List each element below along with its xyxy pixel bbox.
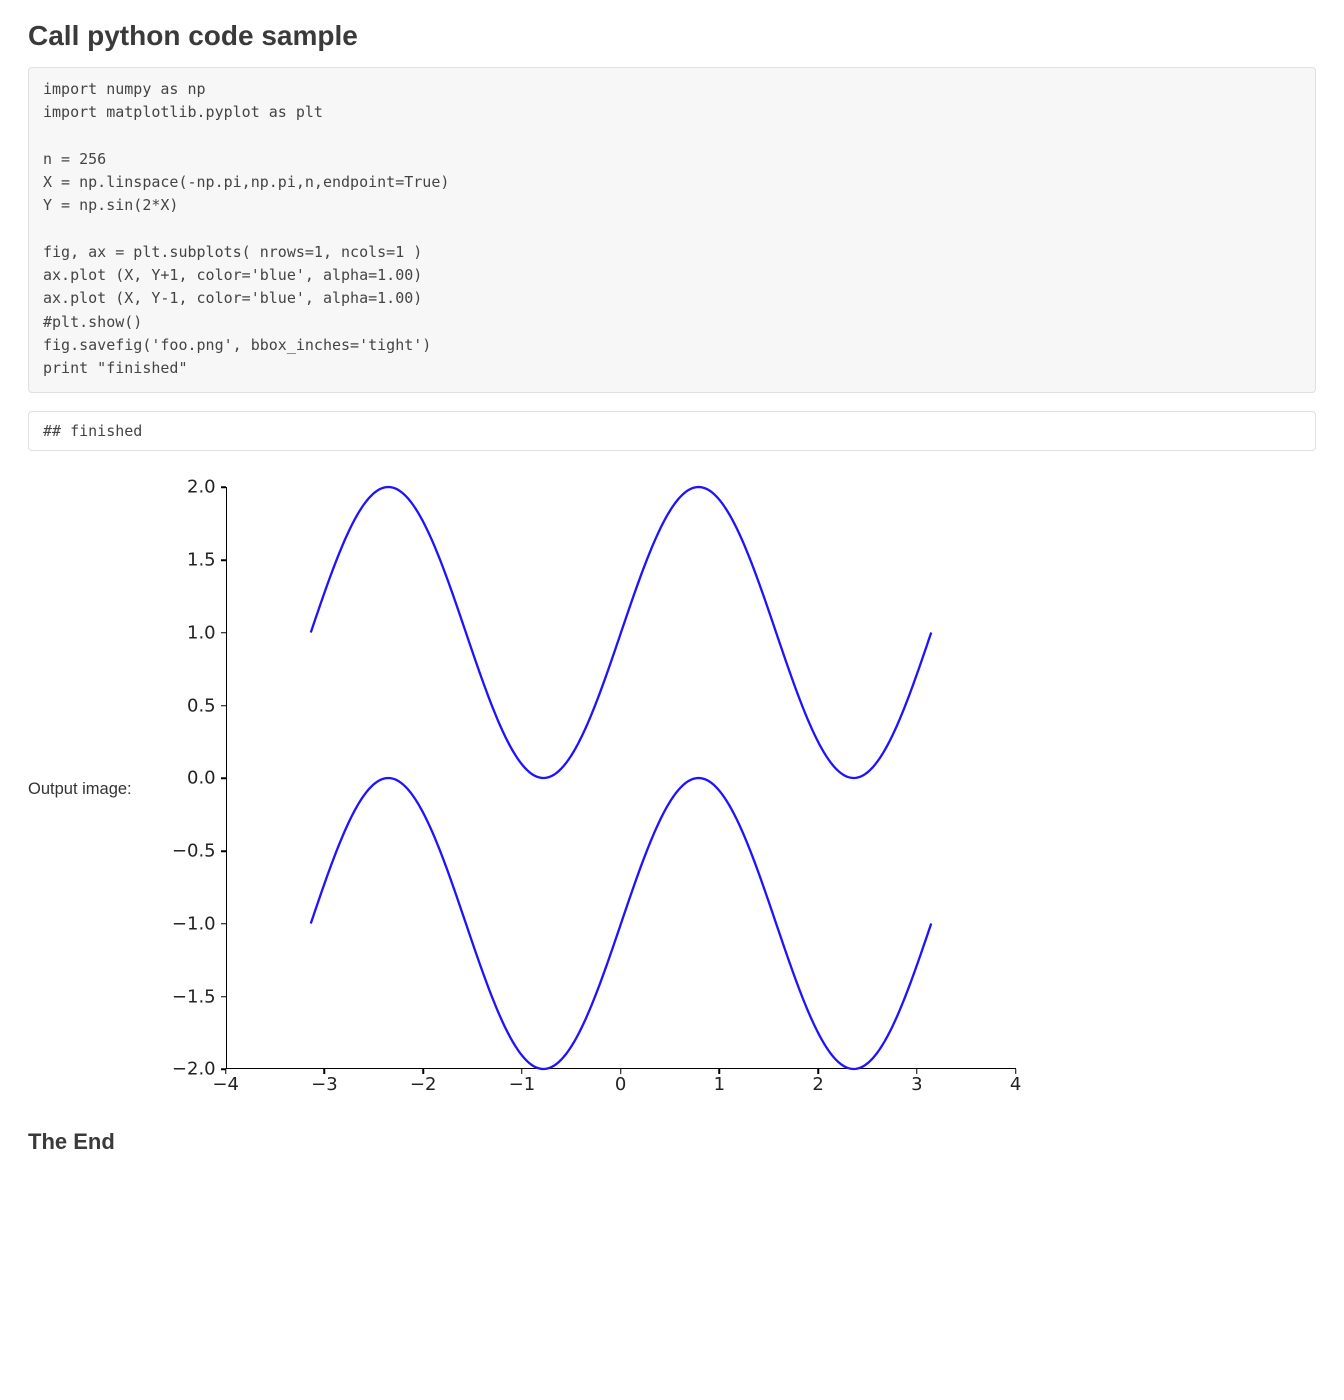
x-tick-mark bbox=[422, 1069, 424, 1074]
x-tick-label: 3 bbox=[897, 1074, 937, 1095]
x-tick-label: 4 bbox=[996, 1074, 1036, 1095]
y-tick-label: 0.5 bbox=[146, 695, 216, 716]
y-tick-mark bbox=[221, 850, 226, 852]
x-tick-mark bbox=[620, 1069, 622, 1074]
matplotlib-plot: −2.0−1.5−1.0−0.50.00.51.01.52.0−4−3−2−10… bbox=[146, 469, 1026, 1109]
plot-series-line bbox=[310, 487, 930, 778]
y-tick-mark bbox=[221, 559, 226, 561]
x-tick-label: 2 bbox=[798, 1074, 838, 1095]
output-image-label: Output image: bbox=[28, 780, 132, 799]
y-tick-mark bbox=[221, 778, 226, 780]
x-tick-mark bbox=[1015, 1069, 1017, 1074]
x-tick-mark bbox=[225, 1069, 227, 1074]
section-heading: Call python code sample bbox=[28, 20, 1316, 52]
y-tick-label: 0.0 bbox=[146, 768, 216, 789]
y-tick-mark bbox=[221, 705, 226, 707]
x-tick-mark bbox=[916, 1069, 918, 1074]
code-block: import numpy as np import matplotlib.pyp… bbox=[28, 67, 1316, 393]
x-tick-label: −4 bbox=[206, 1074, 246, 1095]
footer-heading: The End bbox=[28, 1129, 1316, 1155]
y-tick-label: −1.0 bbox=[146, 913, 216, 934]
y-tick-label: 2.0 bbox=[146, 477, 216, 498]
x-tick-label: −3 bbox=[304, 1074, 344, 1095]
output-image-row: Output image: −2.0−1.5−1.0−0.50.00.51.01… bbox=[28, 469, 1316, 1109]
y-tick-mark bbox=[221, 996, 226, 998]
plot-lines bbox=[226, 487, 1016, 1069]
x-tick-mark bbox=[817, 1069, 819, 1074]
y-tick-mark bbox=[221, 487, 226, 489]
x-tick-label: 0 bbox=[601, 1074, 641, 1095]
plot-series-line bbox=[310, 778, 930, 1069]
x-tick-label: −1 bbox=[502, 1074, 542, 1095]
y-tick-label: 1.0 bbox=[146, 622, 216, 643]
y-tick-label: −1.5 bbox=[146, 986, 216, 1007]
y-tick-mark bbox=[221, 632, 226, 634]
y-tick-label: −0.5 bbox=[146, 841, 216, 862]
y-tick-mark bbox=[221, 923, 226, 925]
x-tick-label: 1 bbox=[699, 1074, 739, 1095]
x-tick-mark bbox=[521, 1069, 523, 1074]
stdout-output: ## finished bbox=[28, 411, 1316, 451]
x-tick-label: −2 bbox=[403, 1074, 443, 1095]
x-tick-mark bbox=[719, 1069, 721, 1074]
x-tick-mark bbox=[324, 1069, 326, 1074]
y-tick-label: 1.5 bbox=[146, 550, 216, 571]
